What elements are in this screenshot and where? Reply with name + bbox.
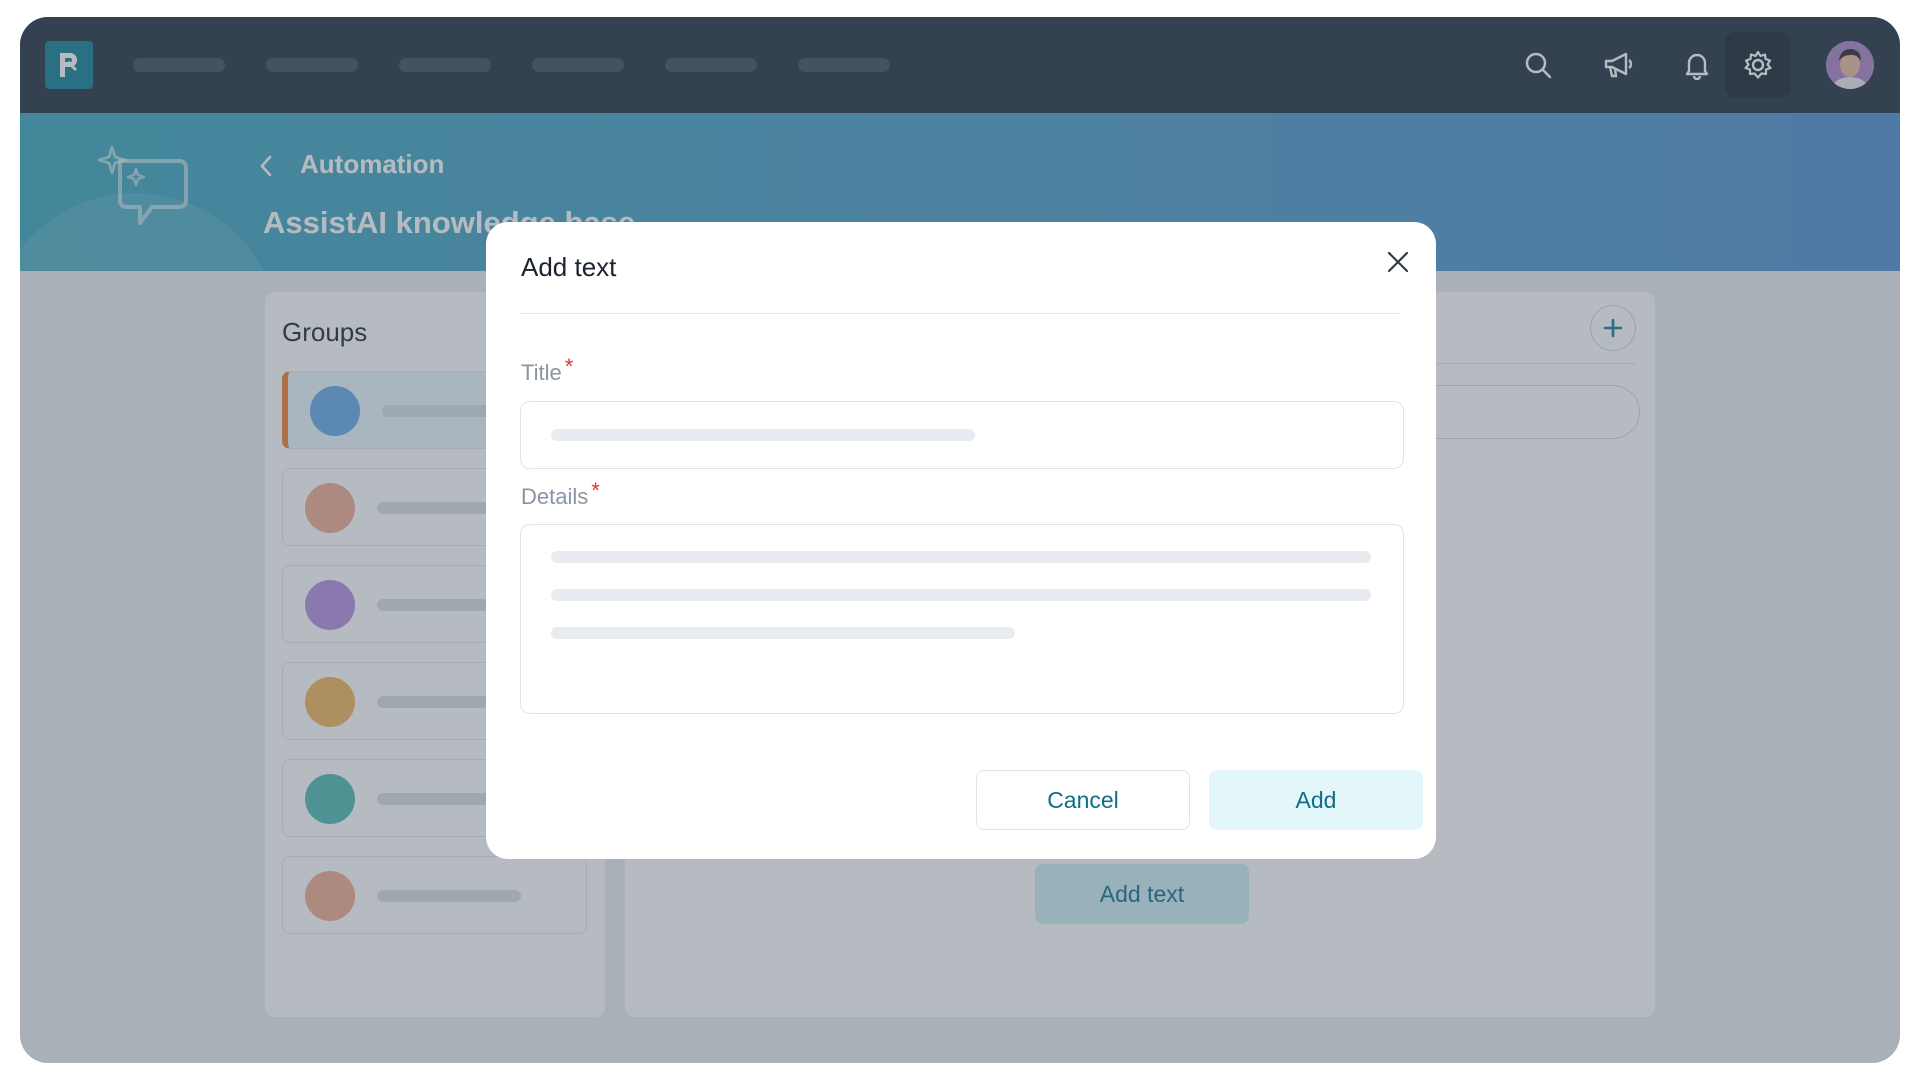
dialog-title: Add text xyxy=(521,252,617,282)
required-mark: * xyxy=(591,478,600,503)
dialog-divider xyxy=(521,313,1401,314)
close-icon[interactable] xyxy=(1383,247,1413,277)
details-placeholder-line-2 xyxy=(551,589,1371,601)
app-window: Automation AssistAI knowledge base Group… xyxy=(20,17,1900,1063)
add-button[interactable]: Add xyxy=(1209,770,1423,830)
title-placeholder-line xyxy=(551,429,975,441)
title-field-label: Title * xyxy=(521,354,573,386)
details-field[interactable] xyxy=(520,524,1404,714)
required-mark: * xyxy=(564,354,574,379)
details-placeholder-line-1 xyxy=(551,551,1371,563)
details-field-label: Details * xyxy=(521,478,600,510)
details-placeholder-line-3 xyxy=(551,627,1015,639)
title-field[interactable] xyxy=(520,401,1404,469)
add-text-dialog: Add text Title * Details * Cancel Add xyxy=(486,222,1436,859)
cancel-button[interactable]: Cancel xyxy=(976,770,1190,830)
details-label-text: Details xyxy=(521,484,589,509)
title-label-text: Title xyxy=(521,360,562,385)
